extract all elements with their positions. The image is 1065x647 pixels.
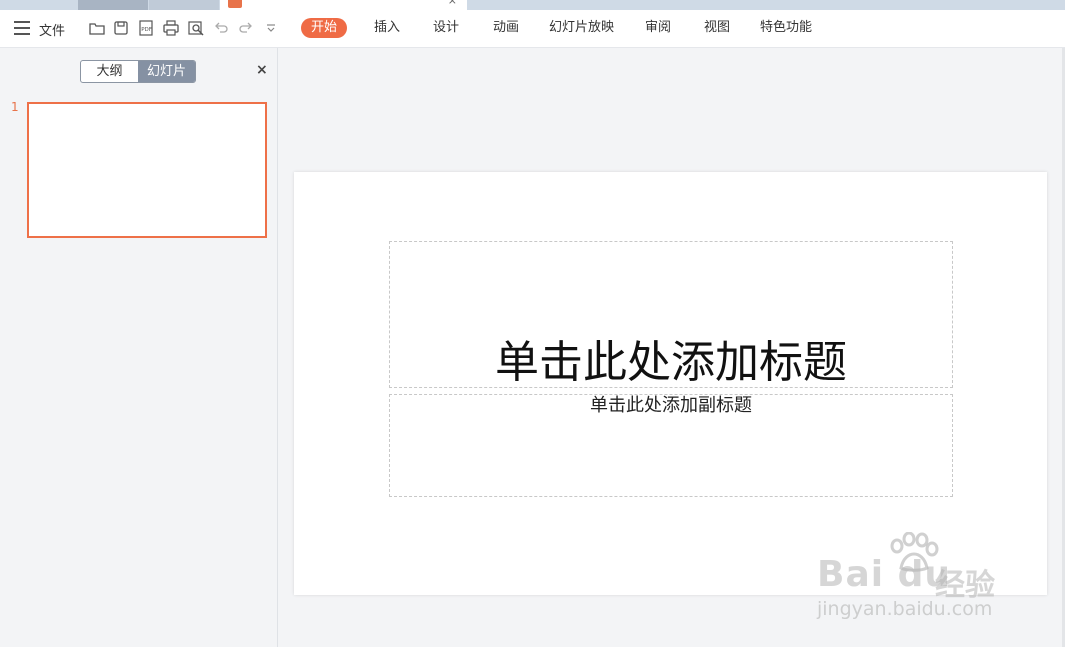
- ribbon-tab-insert[interactable]: 插入: [372, 18, 402, 38]
- watermark-brand: Bai du: [817, 554, 952, 595]
- tab-presentation[interactable]: ×: [220, 0, 467, 10]
- ribbon-tab-slideshow[interactable]: 幻灯片放映: [547, 18, 616, 38]
- presentation-icon: [228, 0, 242, 8]
- redo-icon[interactable]: [237, 19, 255, 37]
- ribbon-tab-features[interactable]: 特色功能: [758, 18, 814, 38]
- title-placeholder[interactable]: 单击此处添加标题: [389, 241, 953, 388]
- slide-number: 1: [11, 100, 19, 114]
- subtitle-placeholder-text: 单击此处添加副标题: [590, 395, 752, 416]
- subtitle-placeholder[interactable]: 单击此处添加副标题: [389, 394, 953, 497]
- slide-panel: 大纲 幻灯片 × 1: [0, 48, 278, 647]
- slide-thumbnail[interactable]: [27, 102, 267, 238]
- file-menu[interactable]: 文件: [39, 20, 65, 39]
- close-panel-icon[interactable]: ×: [256, 62, 268, 78]
- tab-home[interactable]: [78, 0, 148, 10]
- hamburger-menu-icon[interactable]: [14, 21, 30, 35]
- menu-bar: 文件 PDF 开始 插入 设计 动画 幻灯片放映 审阅 视图 特色功能: [0, 10, 1065, 48]
- ribbon-tab-design[interactable]: 设计: [431, 18, 461, 38]
- title-bar: ×: [0, 0, 1065, 10]
- title-placeholder-text: 单击此处添加标题: [495, 337, 847, 388]
- tab-docer[interactable]: [149, 0, 219, 10]
- ribbon-tab-review[interactable]: 审阅: [643, 18, 673, 38]
- save-icon[interactable]: [112, 19, 130, 37]
- ribbon-tab-animation[interactable]: 动画: [491, 18, 521, 38]
- outline-tab[interactable]: 大纲: [81, 61, 138, 82]
- preview-icon[interactable]: [187, 19, 205, 37]
- watermark: Bai du 经验 jingyan.baidu.com: [817, 532, 1017, 627]
- more-icon[interactable]: [262, 19, 280, 37]
- undo-icon[interactable]: [212, 19, 230, 37]
- slides-tab[interactable]: 幻灯片: [138, 61, 195, 82]
- print-icon[interactable]: [162, 19, 180, 37]
- close-tab-icon[interactable]: ×: [448, 0, 457, 7]
- ribbon-tab-view[interactable]: 视图: [702, 18, 732, 38]
- open-icon[interactable]: [88, 19, 106, 37]
- pdf-icon[interactable]: PDF: [137, 19, 155, 37]
- svg-text:PDF: PDF: [141, 27, 152, 33]
- watermark-url: jingyan.baidu.com: [817, 598, 993, 620]
- panel-view-switch: 大纲 幻灯片: [80, 60, 196, 83]
- ribbon-tab-home[interactable]: 开始: [301, 18, 348, 38]
